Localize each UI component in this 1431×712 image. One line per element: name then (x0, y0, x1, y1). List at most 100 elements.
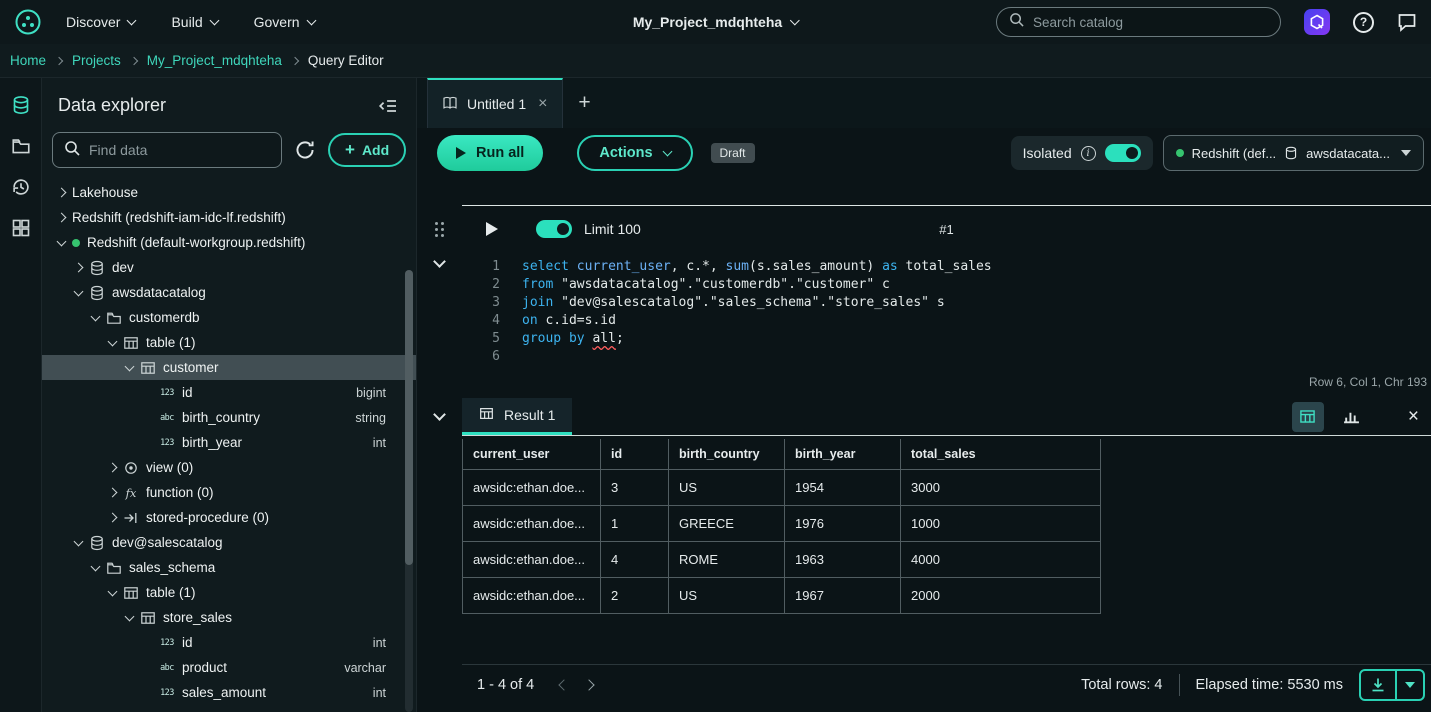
table-cell[interactable]: 1 (601, 506, 669, 542)
catalog-icon[interactable] (8, 215, 34, 241)
add-button[interactable]: +Add (328, 133, 406, 167)
chevron-right-icon[interactable] (108, 463, 118, 473)
chevron-down-icon[interactable] (74, 536, 84, 546)
tree-item-table-1[interactable]: table (1) (42, 330, 416, 355)
chart-view-icon[interactable] (1336, 402, 1368, 432)
amazon-q-icon[interactable] (1304, 9, 1330, 35)
tab-untitled-1[interactable]: Untitled 1 × (427, 78, 563, 128)
chevron-down-icon[interactable] (91, 311, 101, 321)
nav-menu-discover[interactable]: Discover (66, 14, 135, 30)
run-all-button[interactable]: Run all (437, 135, 543, 171)
table-view-icon[interactable] (1292, 402, 1324, 432)
run-cell-button[interactable] (486, 222, 498, 236)
chevron-right-icon[interactable] (108, 513, 118, 523)
table-row[interactable]: awsidc:ethan.doe...4ROME19634000 (463, 542, 1101, 578)
chevron-down-icon[interactable] (74, 286, 84, 296)
find-data-search[interactable] (52, 132, 282, 168)
table-cell[interactable]: 1967 (785, 578, 901, 614)
column-header-birth_country[interactable]: birth_country (669, 439, 785, 470)
tree-item-lakehouse[interactable]: Lakehouse (42, 180, 416, 205)
chevron-right-icon[interactable] (74, 263, 84, 273)
tree-item-birth-year[interactable]: 123birth_yearint (42, 430, 416, 455)
chevron-right-icon[interactable] (108, 488, 118, 498)
nav-menu-build[interactable]: Build (171, 14, 217, 30)
find-data-input[interactable] (89, 142, 270, 158)
table-cell[interactable]: awsidc:ethan.doe... (463, 506, 601, 542)
code-line[interactable]: 3join "dev@salescatalog"."sales_schema".… (462, 294, 1431, 312)
column-header-total_sales[interactable]: total_sales (901, 439, 1101, 470)
limit-toggle[interactable] (536, 220, 572, 238)
scrollbar-thumb[interactable] (405, 270, 413, 565)
table-cell[interactable]: 2000 (901, 578, 1101, 614)
breadcrumb-item-my-project-mdqhteha[interactable]: My_Project_mdqhteha (147, 53, 282, 68)
download-options-icon[interactable] (1395, 671, 1423, 699)
breadcrumb-item-projects[interactable]: Projects (72, 53, 121, 68)
close-tab-icon[interactable]: × (538, 95, 547, 113)
table-cell[interactable]: awsidc:ethan.doe... (463, 470, 601, 506)
tree-item-dev[interactable]: dev (42, 255, 416, 280)
files-icon[interactable] (8, 133, 34, 159)
tree-item-function-0[interactable]: fxfunction (0) (42, 480, 416, 505)
tree-item-redshift-redshift-iam-idc-lf-redshift[interactable]: Redshift (redshift-iam-idc-lf.redshift) (42, 205, 416, 230)
data-explorer-icon[interactable] (8, 92, 34, 118)
chevron-down-icon[interactable] (108, 586, 118, 596)
table-cell[interactable]: 3 (601, 470, 669, 506)
table-cell[interactable]: ROME (669, 542, 785, 578)
chevron-right-icon[interactable] (57, 188, 67, 198)
info-icon[interactable]: i (1081, 146, 1096, 161)
tree-item-customerdb[interactable]: customerdb (42, 305, 416, 330)
code-line[interactable]: 4on c.id=s.id (462, 312, 1431, 330)
table-cell[interactable]: awsidc:ethan.doe... (463, 578, 601, 614)
breadcrumb-item-home[interactable]: Home (10, 53, 46, 68)
code-line[interactable]: 2from "awsdatacatalog"."customerdb"."cus… (462, 276, 1431, 294)
code-line[interactable]: 1select current_user, c.*, sum(s.sales_a… (462, 258, 1431, 276)
sidebar-scrollbar[interactable] (405, 270, 413, 712)
tree-item-stored-procedure-0[interactable]: stored-procedure (0) (42, 505, 416, 530)
connection-selector[interactable]: Redshift (def... awsdatacata... (1163, 135, 1424, 171)
table-cell[interactable]: GREECE (669, 506, 785, 542)
chevron-down-icon[interactable] (108, 336, 118, 346)
table-cell[interactable]: US (669, 470, 785, 506)
chevron-down-icon[interactable] (91, 561, 101, 571)
collapse-result-icon[interactable] (433, 408, 446, 421)
app-logo-icon[interactable] (14, 8, 42, 36)
table-cell[interactable]: US (669, 578, 785, 614)
table-cell[interactable]: 4 (601, 542, 669, 578)
history-icon[interactable] (8, 174, 34, 200)
code-line[interactable]: 6 (462, 348, 1431, 366)
tree-item-product[interactable]: abcproductvarchar (42, 655, 416, 680)
tree-item-view-0[interactable]: view (0) (42, 455, 416, 480)
result-tab[interactable]: Result 1 (462, 398, 572, 435)
table-row[interactable]: awsidc:ethan.doe...1GREECE19761000 (463, 506, 1101, 542)
table-cell[interactable]: 3000 (901, 470, 1101, 506)
search-input[interactable] (1033, 15, 1268, 30)
chevron-down-icon[interactable] (57, 236, 67, 246)
catalog-search[interactable] (996, 7, 1281, 37)
table-cell[interactable]: 1000 (901, 506, 1101, 542)
collapse-cell-icon[interactable] (433, 255, 446, 268)
table-cell[interactable]: 1954 (785, 470, 901, 506)
tree-item-sales-amount[interactable]: 123sales_amountint (42, 680, 416, 705)
download-icon[interactable] (1361, 671, 1395, 699)
table-cell[interactable]: awsidc:ethan.doe... (463, 542, 601, 578)
table-row[interactable]: awsidc:ethan.doe...3US19543000 (463, 470, 1101, 506)
actions-button[interactable]: Actions (577, 135, 692, 171)
table-cell[interactable]: 4000 (901, 542, 1101, 578)
cell-drag-handle[interactable] (435, 221, 445, 237)
collapse-panel-icon[interactable] (378, 96, 398, 116)
tree-item-store-sales[interactable]: store_sales (42, 605, 416, 630)
tree-item-id[interactable]: 123idint (42, 630, 416, 655)
code-line[interactable]: 5group by all; (462, 330, 1431, 348)
new-tab-button[interactable]: + (563, 78, 607, 128)
table-cell[interactable]: 1963 (785, 542, 901, 578)
column-header-birth_year[interactable]: birth_year (785, 439, 901, 470)
download-button[interactable] (1359, 669, 1425, 701)
chevron-down-icon[interactable] (125, 361, 135, 371)
table-row[interactable]: awsidc:ethan.doe...2US19672000 (463, 578, 1101, 614)
feedback-icon[interactable] (1397, 12, 1417, 32)
column-header-current_user[interactable]: current_user (463, 439, 601, 470)
tree-item-birth-country[interactable]: abcbirth_countrystring (42, 405, 416, 430)
help-icon[interactable]: ? (1353, 12, 1374, 33)
nav-menu-govern[interactable]: Govern (254, 14, 315, 30)
sql-editor[interactable]: 1select current_user, c.*, sum(s.sales_a… (462, 252, 1431, 366)
